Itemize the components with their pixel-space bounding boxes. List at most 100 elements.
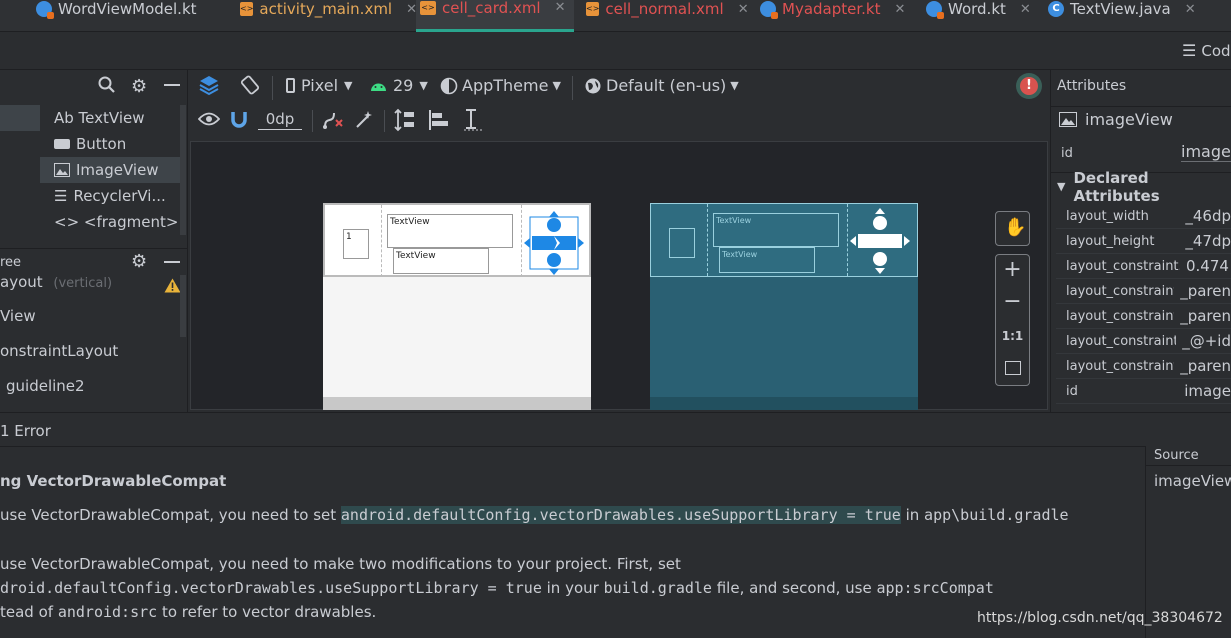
close-icon[interactable]: ✕ [1020, 2, 1031, 17]
issues-header[interactable]: 1 Error [0, 412, 1231, 446]
device-dropdown[interactable]: Pixel ▼ [286, 76, 352, 95]
close-icon[interactable]: ✕ [738, 2, 749, 17]
palette-scrollbar[interactable] [180, 105, 186, 235]
preview-bottom-bar [323, 397, 591, 410]
tab-label: cell_normal.xml [605, 0, 724, 18]
source-value[interactable]: imageView [1154, 472, 1231, 490]
xml-file-icon: <> [240, 2, 254, 16]
error-indicator[interactable]: ! [1016, 73, 1042, 99]
attr-value[interactable]: _paren [1174, 282, 1231, 300]
magnet-icon[interactable] [230, 110, 248, 128]
close-icon[interactable]: ✕ [894, 2, 905, 17]
tree-scrollbar[interactable] [180, 275, 186, 337]
pack-icon[interactable] [394, 108, 416, 132]
tab-label: WordViewModel.kt [58, 0, 197, 18]
palette-category-selected[interactable] [0, 105, 40, 131]
image-widget-icon [1059, 112, 1077, 127]
attr-row[interactable]: layout_constraint... _paren [1056, 304, 1231, 329]
gear-icon[interactable]: ⚙ [131, 76, 147, 97]
editor-header: ☰ Cod [0, 32, 1231, 70]
tree-item-layout[interactable]: ayout (vertical) [0, 273, 112, 291]
guidelines-icon[interactable] [462, 108, 484, 132]
attr-row[interactable]: layout_constraint... _paren [1056, 354, 1231, 379]
attr-value[interactable]: _46dp [1179, 207, 1231, 225]
palette-item-fragment[interactable]: <> <fragment> [40, 209, 180, 235]
source-header: Source [1146, 446, 1231, 466]
gear-icon[interactable]: ⚙ [131, 251, 147, 272]
locale-dropdown[interactable]: Default (en-us) ▼ [584, 76, 739, 95]
tab-activity-main[interactable]: <> activity_main.xml ✕ [236, 0, 417, 32]
tab-myadapter[interactable]: Myadapter.kt ✕ [756, 0, 916, 32]
pan-button[interactable]: ✋ [995, 211, 1030, 246]
tab-cell-normal[interactable]: <> cell_normal.xml ✕ [582, 0, 749, 32]
minimize-icon[interactable] [164, 84, 180, 86]
infer-constraints-icon[interactable] [354, 110, 374, 130]
tab-wordviewmodel[interactable]: WordViewModel.kt [32, 0, 228, 32]
align-icon[interactable] [428, 108, 450, 132]
zoom-in-button[interactable]: + [996, 257, 1029, 282]
tab-cell-card[interactable]: <> cell_card.xml ✕ [416, 0, 574, 32]
attr-row[interactable]: layout_height _47dp [1056, 229, 1231, 254]
orientation-icon[interactable] [240, 75, 260, 95]
attr-row[interactable]: id image [1056, 379, 1231, 404]
attr-value[interactable]: _@+id [1176, 332, 1231, 350]
attr-value[interactable]: _47dp [1179, 232, 1231, 250]
palette-item-button[interactable]: Button [40, 131, 180, 157]
warning-icon[interactable] [164, 278, 181, 293]
clear-constraints-icon[interactable] [322, 110, 344, 130]
textview-bottom-blueprint[interactable]: TextView [719, 247, 815, 273]
card-item-blueprint[interactable]: TextView TextView [650, 203, 918, 277]
number-textview[interactable]: 1 [343, 229, 369, 259]
design-surface-layers-icon[interactable] [198, 74, 220, 96]
tree-item-constraintlayout[interactable]: onstraintLayout [0, 342, 118, 360]
tab-word[interactable]: Word.kt ✕ [922, 0, 1036, 32]
palette-item-textview[interactable]: Ab TextView [40, 105, 180, 131]
code-view-button[interactable]: ☰ Cod [1182, 41, 1231, 60]
zoom-to-fit-button[interactable] [1005, 361, 1021, 375]
id-field[interactable]: image [1181, 142, 1231, 162]
close-icon[interactable]: ✕ [555, 0, 566, 15]
number-textview-blueprint[interactable] [669, 228, 695, 258]
attributes-title: Attributes [1057, 78, 1127, 94]
chevron-down-icon: ▼ [552, 79, 561, 92]
tab-label: Myadapter.kt [782, 0, 881, 18]
tree-item-view[interactable]: View [0, 307, 36, 325]
zoom-out-button[interactable]: − [996, 289, 1029, 314]
card-item-view[interactable]: 1 TextView TextView [323, 203, 591, 277]
palette-item-recyclerview[interactable]: ☰ RecyclerVi... [40, 183, 180, 209]
textview-bottom[interactable]: TextView [393, 248, 489, 274]
textview-top[interactable]: TextView [387, 214, 513, 248]
divider [1051, 106, 1231, 107]
attr-value[interactable]: 0.474 [1180, 257, 1229, 275]
search-icon[interactable] [98, 76, 116, 94]
editor-tab-bar: WordViewModel.kt <> activity_main.xml ✕ … [0, 0, 1231, 32]
issue-code-link[interactable]: android.defaultConfig.vectorDrawables.us… [340, 506, 901, 524]
kotlin-file-icon [36, 1, 54, 19]
eye-icon[interactable] [198, 111, 220, 127]
zoom-actual-size-button[interactable]: 1:1 [996, 329, 1029, 343]
attr-row[interactable]: layout_constraint... _paren [1056, 279, 1231, 304]
declared-attributes-section[interactable]: ▼ Declared Attributes [1051, 169, 1231, 205]
palette-item-imageview[interactable]: ImageView [40, 157, 180, 183]
textview-top-blueprint[interactable]: TextView [713, 213, 839, 247]
issue-code: droid.defaultConfig.vectorDrawables.useS… [0, 579, 542, 597]
attr-row[interactable]: layout_constraint... _@+id [1056, 329, 1231, 354]
minimize-icon[interactable] [164, 261, 180, 263]
attr-value[interactable]: _paren [1174, 357, 1231, 375]
theme-dropdown[interactable]: AppTheme ▼ [440, 76, 561, 95]
attr-row[interactable]: layout_constraint... 0.474 [1056, 254, 1231, 279]
api-level-dropdown[interactable]: 29 ▼ [370, 76, 428, 95]
tree-item-guideline[interactable]: guideline2 [6, 377, 85, 395]
selected-imageview-blueprint[interactable] [850, 208, 910, 274]
design-preview[interactable]: 1 TextView TextView [323, 203, 591, 410]
attr-value[interactable]: image [1178, 382, 1231, 400]
close-icon[interactable]: ✕ [1185, 2, 1196, 17]
blueprint-preview[interactable]: TextView TextView [650, 203, 918, 410]
tab-textview-java[interactable]: C TextView.java ✕ [1044, 0, 1231, 32]
design-canvas[interactable] [190, 141, 1048, 410]
default-margin-field[interactable]: 0dp [258, 110, 302, 130]
selected-imageview[interactable] [524, 211, 584, 275]
issue-text: use VectorDrawableCompat, you need to se… [0, 506, 341, 524]
attr-value[interactable]: _paren [1174, 307, 1231, 325]
attr-row[interactable]: layout_width _46dp [1056, 204, 1231, 229]
